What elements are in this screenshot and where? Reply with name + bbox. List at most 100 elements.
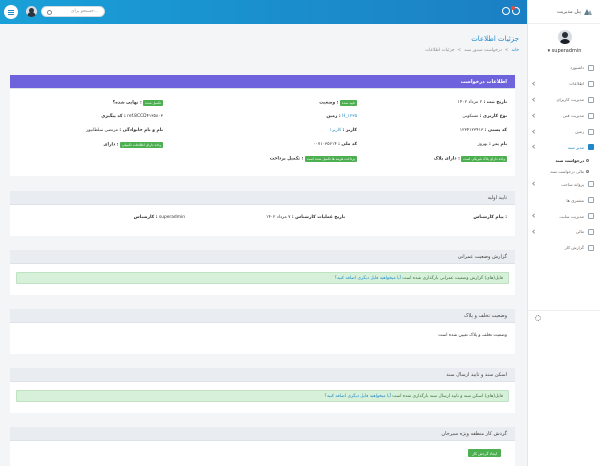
menu-icon[interactable] (4, 5, 18, 19)
map-icon (588, 128, 594, 135)
sidebar-subitem-finance[interactable]: مالی درخواست سند (528, 166, 600, 177)
circle-icon (586, 169, 589, 173)
status-badge: پرداخت هزینه ها تکمیل شده است (304, 156, 357, 162)
brand[interactable]: پنل مدیریت (528, 0, 600, 24)
expert: کارشناس : superadmin (133, 215, 185, 220)
status-badge: واحد دارای اطلاعات تکمیلی (119, 142, 163, 148)
zone-card: گردش کار منطقه ویژه سیرجان ایجاد گردش کا… (10, 427, 515, 466)
add-file-link[interactable]: آیا میخواهید فایل دیگری اضافه کنید؟ (335, 276, 401, 281)
success-alert: فایل(های) گزارش وضعیت عمرانی بارگذاری شد… (16, 272, 509, 284)
sidebar-item-label: مدیریت فنی (562, 113, 584, 119)
brand-name: پنل مدیریت (556, 8, 581, 15)
avatar[interactable] (26, 6, 37, 17)
sidebar: پنل مدیریت ▾ superadmin داشبورد اطلاعات … (527, 0, 600, 466)
chevron-icon (532, 229, 537, 234)
card-title: اطلاعات درخواست (10, 75, 515, 89)
fullscreen-icon[interactable] (502, 7, 510, 15)
sidebar-item-info[interactable]: اطلاعات (528, 76, 600, 92)
status-badge: واحد دارای پلاک فیزیکی است (461, 156, 507, 162)
sidebar-item-permit[interactable]: پروانه ساخت (528, 176, 600, 192)
payment: تکمیل پرداخت : پرداخت هزینه ها تکمیل شده… (269, 156, 357, 162)
violation-card: وضعیت تخلف و پلاک وضعیت تخلف و پلاک تعیی… (10, 309, 515, 354)
sidebar-subitem-request[interactable]: درخواست سند (528, 155, 600, 166)
site-icon (588, 213, 594, 220)
usage-type: نوع کاربری : مسکونی (462, 114, 507, 119)
expert-message: پیام کارشناس : (473, 215, 507, 220)
breadcrumb-item: جزئیات اطلاعات (425, 48, 455, 53)
sidebar-item-label: اطلاعات (569, 81, 584, 87)
card-title: وضعیت تخلف و پلاک (10, 309, 515, 323)
chevron-icon (532, 113, 537, 117)
scan-card: اسکن سند و تایید ارسال سند فایل(های) اسک… (10, 368, 515, 413)
owner-link[interactable]: کاربر۱ (330, 128, 342, 133)
construction-card: گزارش وضعیت عمرانی فایل(های) گزارش وضعیت… (10, 250, 515, 295)
add-file-link[interactable]: آیا میخواهید فایل دیگری اضافه کنید؟ (325, 394, 391, 399)
sidebar-item-technical[interactable]: مدیریت فنی (528, 108, 600, 124)
page-title: جزئیات اطلاعات (471, 35, 519, 43)
full-name: نام و نام خانوادگی : مرتضی سلطانپور (86, 128, 163, 133)
sidebar-item-finance[interactable]: مالی (528, 224, 600, 240)
chevron-icon (532, 181, 537, 186)
create-workflow-button[interactable]: ایجاد گردش کار (468, 449, 501, 457)
land-link[interactable]: H_۱۲۳۵ (342, 114, 357, 119)
status-badge: تایید شده (339, 100, 357, 106)
gear-icon[interactable] (535, 315, 541, 321)
chevron-icon (532, 97, 537, 101)
plaque: دارای پلاک : واحد دارای پلاک فیزیکی است (433, 156, 507, 162)
sidebar-item-label: مدیریت سایت (559, 213, 584, 219)
violation-text: وضعیت تخلف و پلاک تعیین شده است (438, 333, 507, 338)
register-date: تاریخ ثبت : ۲ مرداد ۱۴۰۲ (457, 100, 507, 105)
chevron-icon (532, 213, 537, 218)
circle-icon (586, 159, 589, 163)
owns: دارای : واحد دارای اطلاعات تکمیلی (103, 142, 163, 148)
divider (528, 310, 600, 311)
logo-icon (584, 8, 593, 15)
sidebar-item-report[interactable]: گزارش کار (528, 240, 600, 256)
tracking-code: کد پیگیری : ref.8CCD۴۱۳۵۸۰۳ (101, 114, 163, 119)
status: وضعیت : تایید شده (319, 100, 357, 106)
users-icon (588, 96, 594, 103)
avatar[interactable] (558, 30, 572, 44)
sidebar-item-label: زمین (575, 129, 584, 134)
owner: کاربر : کاربر۱ (329, 128, 357, 133)
breadcrumb-separator: < (504, 48, 509, 53)
bell-icon[interactable] (511, 6, 520, 15)
card-title: گردش کار منطقه ویژه سیرجان (10, 427, 515, 441)
sidebar-subitem-label: مالی درخواست سند (550, 168, 584, 174)
user-name[interactable]: ▾ superadmin (528, 48, 600, 54)
breadcrumb-separator: < (457, 48, 462, 53)
sidebar-item-label: مالی (575, 229, 584, 235)
permit-icon (588, 181, 594, 188)
father-name: نام پدر : بهروز (477, 142, 507, 147)
postal-code: کد پستی : ۱۲۳۴۱۲۳۴۱۳ (459, 128, 507, 133)
sidebar-item-dashboard[interactable]: داشبورد (528, 60, 600, 76)
breadcrumb-home[interactable]: خانه (512, 48, 519, 53)
national-code: کد ملی : ۰۰۷۱۰۳۵۶۱۴ (313, 142, 357, 147)
info-icon (588, 80, 594, 87)
sidebar-item-label: مشتری ها (566, 197, 584, 203)
card-title: تایید اولیه (10, 191, 515, 205)
card-title: گزارش وضعیت عمرانی (10, 250, 515, 264)
sidebar-item-site[interactable]: مدیریت سایت (528, 208, 600, 224)
top-bar: جستجو برای... (0, 0, 527, 24)
breadcrumb-item[interactable]: درخواست صدور سند (464, 48, 502, 53)
sidebar-item-document[interactable]: مدیر سند (528, 139, 600, 155)
status-badge: تکمیل شده (143, 100, 163, 106)
sidebar-item-label: مدیریت کاربران (556, 97, 584, 103)
chevron-icon (532, 81, 537, 85)
sidebar-item-label: گزارش کار (564, 245, 584, 251)
search-input[interactable]: جستجو برای... (41, 6, 105, 17)
breadcrumb: جزئیات اطلاعات < درخواست صدور سند < خانه (425, 48, 519, 53)
report-icon (588, 244, 594, 251)
money-icon (588, 228, 594, 235)
sidebar-item-customers[interactable]: مشتری ها (528, 192, 600, 208)
customers-icon (588, 197, 594, 204)
card-title: اسکن سند و تایید ارسال سند (10, 368, 515, 382)
sidebar-item-users[interactable]: مدیریت کاربران (528, 92, 600, 108)
success-alert: فایل(های) اسکن سند و تایید ارسال سند بار… (16, 390, 509, 402)
sidebar-item-land[interactable]: زمین (528, 124, 600, 140)
land: زمین : H_۱۲۳۵ (326, 114, 357, 119)
chevron-icon (532, 144, 537, 149)
sidebar-menu: داشبورد اطلاعات مدیریت کاربران مدیریت فن… (528, 60, 600, 256)
sidebar-item-label: داشبورد (570, 65, 584, 71)
